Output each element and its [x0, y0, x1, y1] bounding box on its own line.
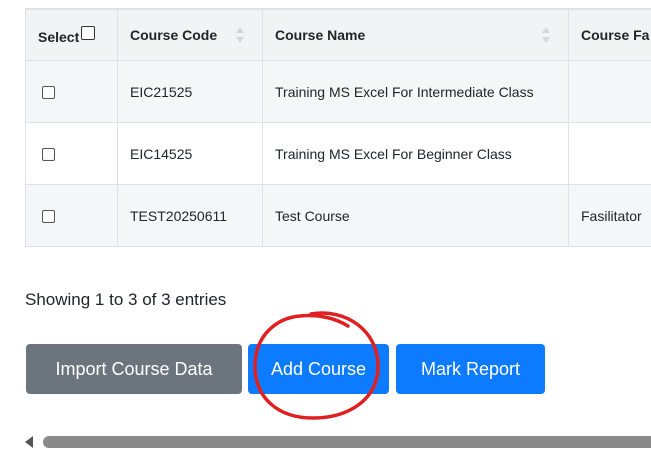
course-code-cell: EIC21525: [117, 60, 263, 123]
course-name-cell: Test Course: [262, 184, 569, 247]
row-checkbox[interactable]: [42, 210, 55, 224]
course-code-cell: TEST20250611: [117, 184, 263, 247]
mark-report-button[interactable]: Mark Report: [396, 344, 545, 394]
sort-icon: [236, 27, 244, 43]
courses-table: Select Course Code Course Name Course Fa…: [25, 9, 651, 247]
course-name-cell: Training MS Excel For Beginner Class: [262, 122, 569, 185]
header-select: Select: [25, 9, 118, 61]
course-facilitator-cell: Fasilitator: [568, 184, 651, 247]
header-course-facilitator[interactable]: Course Fa: [568, 9, 651, 61]
scrollbar-thumb[interactable]: [43, 436, 651, 448]
select-all-checkbox[interactable]: [81, 25, 96, 40]
course-name-cell: Training MS Excel For Intermediate Class: [262, 60, 569, 123]
table-header-row: Select Course Code Course Name Course Fa: [25, 9, 651, 61]
table-row: TEST20250611 Test Course Fasilitator: [25, 184, 651, 247]
row-select-cell: [25, 184, 118, 247]
row-select-cell: [25, 122, 118, 185]
sort-icon: [542, 27, 550, 43]
import-course-data-button[interactable]: Import Course Data: [26, 344, 242, 394]
row-checkbox[interactable]: [42, 148, 55, 162]
page: Select Course Code Course Name Course Fa…: [0, 0, 651, 470]
header-course-name-label: Course Name: [275, 27, 366, 43]
courses-table-container: Select Course Code Course Name Course Fa…: [25, 8, 651, 251]
table-row: EIC21525 Training MS Excel For Intermedi…: [25, 60, 651, 123]
scroll-left-arrow-icon[interactable]: [25, 436, 33, 448]
row-select-cell: [25, 60, 118, 123]
add-course-button[interactable]: Add Course: [248, 344, 389, 394]
course-code-cell: EIC14525: [117, 122, 263, 185]
header-course-facilitator-label: Course Fa: [581, 27, 650, 43]
course-facilitator-cell: [568, 60, 651, 123]
row-checkbox[interactable]: [42, 86, 55, 100]
header-course-code[interactable]: Course Code: [117, 9, 263, 61]
table-info-text: Showing 1 to 3 of 3 entries: [25, 290, 227, 309]
header-course-name[interactable]: Course Name: [262, 9, 569, 61]
horizontal-scrollbar[interactable]: [25, 432, 651, 452]
table-row: EIC14525 Training MS Excel For Beginner …: [25, 122, 651, 185]
header-select-label: Select: [38, 28, 80, 45]
header-course-code-label: Course Code: [130, 27, 218, 43]
course-facilitator-cell: [568, 122, 651, 185]
